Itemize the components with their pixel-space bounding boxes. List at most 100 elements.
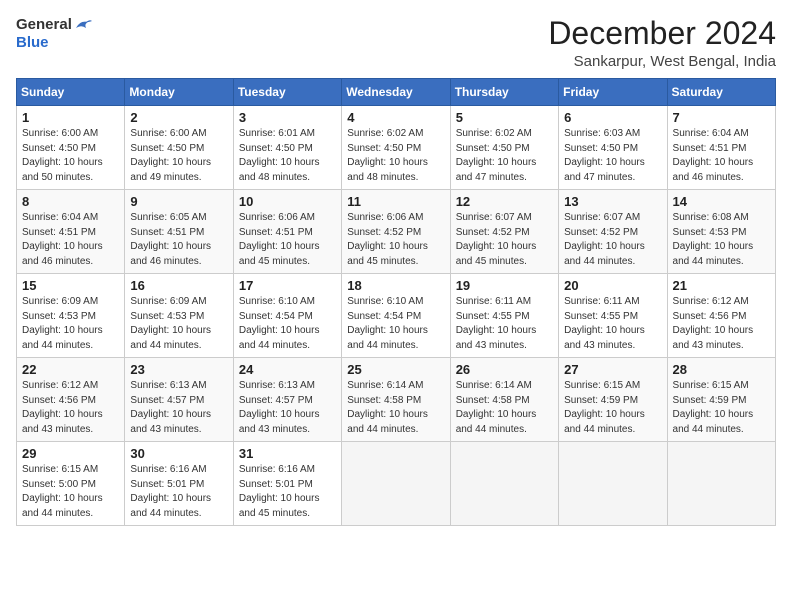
day-info: Sunrise: 6:16 AM Sunset: 5:01 PM Dayligh… bbox=[239, 463, 336, 521]
calendar-cell: 29 Sunrise: 6:15 AM Sunset: 5:00 PM Dayli… bbox=[17, 442, 125, 526]
calendar-cell bbox=[450, 442, 558, 526]
day-number: 6 bbox=[564, 110, 661, 125]
calendar-cell: 31Sunrise: 6:16 AM Sunset: 5:01 PM Dayli… bbox=[233, 442, 341, 526]
day-info: Sunrise: 6:02 AM Sunset: 4:50 PM Dayligh… bbox=[456, 127, 553, 185]
calendar-cell bbox=[667, 442, 775, 526]
day-number: 10 bbox=[239, 194, 336, 209]
day-number: 27 bbox=[564, 362, 661, 377]
calendar-cell: 25 Sunrise: 6:14 AM Sunset: 4:58 PM Dayli… bbox=[342, 358, 450, 442]
calendar-week-row: 15 Sunrise: 6:09 AM Sunset: 4:53 PM Dayli… bbox=[17, 274, 776, 358]
calendar-cell: 19 Sunrise: 6:11 AM Sunset: 4:55 PM Dayli… bbox=[450, 274, 558, 358]
location-title: Sankarpur, West Bengal, India bbox=[548, 53, 776, 70]
calendar-week-row: 1 Sunrise: 6:00 AM Sunset: 4:50 PM Daylig… bbox=[17, 106, 776, 190]
day-info: Sunrise: 6:07 AM Sunset: 4:52 PM Dayligh… bbox=[456, 211, 553, 269]
day-number: 1 bbox=[22, 110, 119, 125]
calendar-cell: 1 Sunrise: 6:00 AM Sunset: 4:50 PM Daylig… bbox=[17, 106, 125, 190]
day-number: 25 bbox=[347, 362, 444, 377]
calendar-cell: 26Sunrise: 6:14 AM Sunset: 4:58 PM Dayli… bbox=[450, 358, 558, 442]
day-info: Sunrise: 6:10 AM Sunset: 4:54 PM Dayligh… bbox=[347, 295, 444, 353]
day-number: 17 bbox=[239, 278, 336, 293]
calendar-cell: 27Sunrise: 6:15 AM Sunset: 4:59 PM Dayli… bbox=[559, 358, 667, 442]
calendar-cell: 6 Sunrise: 6:03 AM Sunset: 4:50 PM Daylig… bbox=[559, 106, 667, 190]
day-number: 15 bbox=[22, 278, 119, 293]
calendar-cell: 9Sunrise: 6:05 AM Sunset: 4:51 PM Daylig… bbox=[125, 190, 233, 274]
day-number: 9 bbox=[130, 194, 227, 209]
weekday-header-monday: Monday bbox=[125, 79, 233, 106]
calendar-week-row: 29 Sunrise: 6:15 AM Sunset: 5:00 PM Dayli… bbox=[17, 442, 776, 526]
day-info: Sunrise: 6:01 AM Sunset: 4:50 PM Dayligh… bbox=[239, 127, 336, 185]
day-info: Sunrise: 6:13 AM Sunset: 4:57 PM Dayligh… bbox=[239, 379, 336, 437]
day-info: Sunrise: 6:11 AM Sunset: 4:55 PM Dayligh… bbox=[456, 295, 553, 353]
calendar-cell: 12Sunrise: 6:07 AM Sunset: 4:52 PM Dayli… bbox=[450, 190, 558, 274]
day-info: Sunrise: 6:06 AM Sunset: 4:51 PM Dayligh… bbox=[239, 211, 336, 269]
calendar-cell: 2 Sunrise: 6:00 AM Sunset: 4:50 PM Daylig… bbox=[125, 106, 233, 190]
day-number: 2 bbox=[130, 110, 227, 125]
weekday-header-row: SundayMondayTuesdayWednesdayThursdayFrid… bbox=[17, 79, 776, 106]
month-title: December 2024 bbox=[548, 16, 776, 51]
day-number: 14 bbox=[673, 194, 770, 209]
calendar-cell: 18Sunrise: 6:10 AM Sunset: 4:54 PM Dayli… bbox=[342, 274, 450, 358]
day-number: 20 bbox=[564, 278, 661, 293]
logo-blue-text: Blue bbox=[16, 34, 49, 52]
day-number: 28 bbox=[673, 362, 770, 377]
weekday-header-wednesday: Wednesday bbox=[342, 79, 450, 106]
logo-bird-icon bbox=[74, 18, 92, 32]
day-info: Sunrise: 6:03 AM Sunset: 4:50 PM Dayligh… bbox=[564, 127, 661, 185]
day-number: 3 bbox=[239, 110, 336, 125]
day-number: 24 bbox=[239, 362, 336, 377]
calendar-cell: 11Sunrise: 6:06 AM Sunset: 4:52 PM Dayli… bbox=[342, 190, 450, 274]
weekday-header-friday: Friday bbox=[559, 79, 667, 106]
calendar-cell bbox=[342, 442, 450, 526]
calendar-cell: 3 Sunrise: 6:01 AM Sunset: 4:50 PM Daylig… bbox=[233, 106, 341, 190]
calendar-cell: 8 Sunrise: 6:04 AM Sunset: 4:51 PM Daylig… bbox=[17, 190, 125, 274]
day-info: Sunrise: 6:09 AM Sunset: 4:53 PM Dayligh… bbox=[130, 295, 227, 353]
calendar-cell: 21Sunrise: 6:12 AM Sunset: 4:56 PM Dayli… bbox=[667, 274, 775, 358]
day-number: 16 bbox=[130, 278, 227, 293]
calendar-cell: 4Sunrise: 6:02 AM Sunset: 4:50 PM Daylig… bbox=[342, 106, 450, 190]
calendar-cell: 20 Sunrise: 6:11 AM Sunset: 4:55 PM Dayli… bbox=[559, 274, 667, 358]
day-info: Sunrise: 6:12 AM Sunset: 4:56 PM Dayligh… bbox=[22, 379, 119, 437]
day-info: Sunrise: 6:10 AM Sunset: 4:54 PM Dayligh… bbox=[239, 295, 336, 353]
day-info: Sunrise: 6:14 AM Sunset: 4:58 PM Dayligh… bbox=[347, 379, 444, 437]
day-number: 22 bbox=[22, 362, 119, 377]
day-number: 19 bbox=[456, 278, 553, 293]
day-number: 11 bbox=[347, 194, 444, 209]
calendar-cell: 16 Sunrise: 6:09 AM Sunset: 4:53 PM Dayli… bbox=[125, 274, 233, 358]
calendar-cell: 24 Sunrise: 6:13 AM Sunset: 4:57 PM Dayli… bbox=[233, 358, 341, 442]
calendar-cell bbox=[559, 442, 667, 526]
logo: General Blue bbox=[16, 16, 92, 52]
day-info: Sunrise: 6:00 AM Sunset: 4:50 PM Dayligh… bbox=[22, 127, 119, 185]
calendar-cell: 13 Sunrise: 6:07 AM Sunset: 4:52 PM Dayli… bbox=[559, 190, 667, 274]
day-info: Sunrise: 6:15 AM Sunset: 4:59 PM Dayligh… bbox=[673, 379, 770, 437]
weekday-header-thursday: Thursday bbox=[450, 79, 558, 106]
day-info: Sunrise: 6:11 AM Sunset: 4:55 PM Dayligh… bbox=[564, 295, 661, 353]
day-info: Sunrise: 6:09 AM Sunset: 4:53 PM Dayligh… bbox=[22, 295, 119, 353]
weekday-header-saturday: Saturday bbox=[667, 79, 775, 106]
day-info: Sunrise: 6:00 AM Sunset: 4:50 PM Dayligh… bbox=[130, 127, 227, 185]
header: General Blue December 2024 Sankarpur, We… bbox=[16, 16, 776, 70]
calendar-cell: 7 Sunrise: 6:04 AM Sunset: 4:51 PM Daylig… bbox=[667, 106, 775, 190]
weekday-header-sunday: Sunday bbox=[17, 79, 125, 106]
calendar-table: SundayMondayTuesdayWednesdayThursdayFrid… bbox=[16, 78, 776, 526]
day-number: 4 bbox=[347, 110, 444, 125]
day-number: 5 bbox=[456, 110, 553, 125]
calendar-cell: 10 Sunrise: 6:06 AM Sunset: 4:51 PM Dayli… bbox=[233, 190, 341, 274]
day-info: Sunrise: 6:08 AM Sunset: 4:53 PM Dayligh… bbox=[673, 211, 770, 269]
day-number: 13 bbox=[564, 194, 661, 209]
calendar-cell: 17 Sunrise: 6:10 AM Sunset: 4:54 PM Dayli… bbox=[233, 274, 341, 358]
day-number: 8 bbox=[22, 194, 119, 209]
day-info: Sunrise: 6:04 AM Sunset: 4:51 PM Dayligh… bbox=[673, 127, 770, 185]
day-number: 30 bbox=[130, 446, 227, 461]
calendar-cell: 23Sunrise: 6:13 AM Sunset: 4:57 PM Dayli… bbox=[125, 358, 233, 442]
day-info: Sunrise: 6:04 AM Sunset: 4:51 PM Dayligh… bbox=[22, 211, 119, 269]
day-number: 7 bbox=[673, 110, 770, 125]
calendar-cell: 22 Sunrise: 6:12 AM Sunset: 4:56 PM Dayli… bbox=[17, 358, 125, 442]
title-area: December 2024 Sankarpur, West Bengal, In… bbox=[548, 16, 776, 70]
logo-general-text: General bbox=[16, 16, 72, 34]
calendar-cell: 30Sunrise: 6:16 AM Sunset: 5:01 PM Dayli… bbox=[125, 442, 233, 526]
day-info: Sunrise: 6:07 AM Sunset: 4:52 PM Dayligh… bbox=[564, 211, 661, 269]
calendar-week-row: 8 Sunrise: 6:04 AM Sunset: 4:51 PM Daylig… bbox=[17, 190, 776, 274]
calendar-week-row: 22 Sunrise: 6:12 AM Sunset: 4:56 PM Dayli… bbox=[17, 358, 776, 442]
day-info: Sunrise: 6:15 AM Sunset: 5:00 PM Dayligh… bbox=[22, 463, 119, 521]
day-number: 29 bbox=[22, 446, 119, 461]
